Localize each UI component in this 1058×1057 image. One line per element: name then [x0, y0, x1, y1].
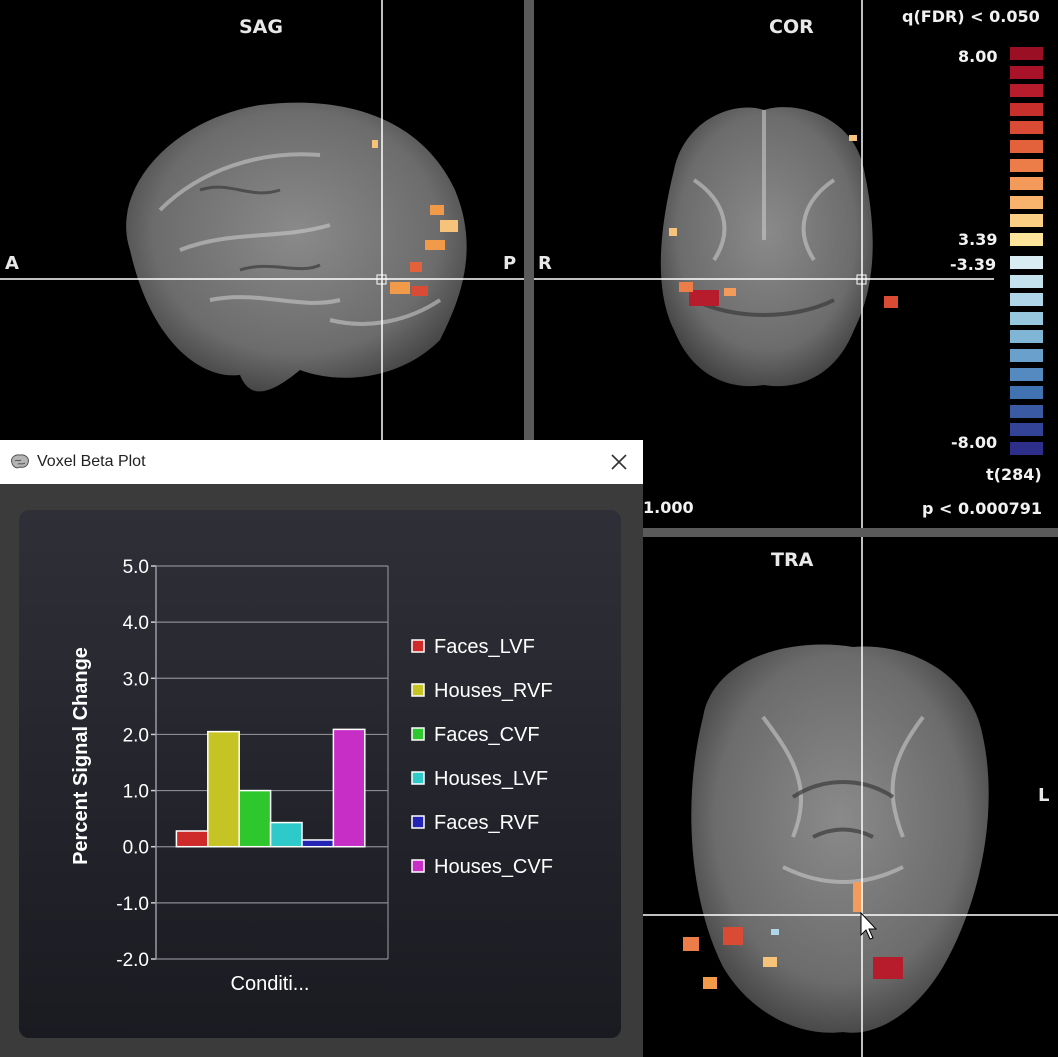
- beta-bar-chart: 5.0 4.0 3.0 2.0 1.0 0.0 -1.0 -2.0 Faces_LVF Hous…: [70, 557, 553, 995]
- window-title: Voxel Beta Plot: [37, 453, 146, 470]
- colorbar-swatch-pos: [1010, 177, 1043, 191]
- legend-swatch: [411, 771, 425, 785]
- chart-panel: 5.0 4.0 3.0 2.0 1.0 0.0 -1.0 -2.0 Faces_LVF Hous…: [19, 510, 621, 1038]
- chart-bars: [175, 728, 366, 848]
- colorbar-swatch-neg: [1010, 330, 1043, 344]
- colorbar-swatch-pos: [1010, 121, 1043, 135]
- legend-label: Houses_LVF: [434, 768, 548, 790]
- voxel-beta-plot-window[interactable]: Voxel Beta Plot 5.0 4.0 3.0 2.0 1.0 0.0 -1.0 -2…: [0, 440, 643, 1057]
- legend-label: Houses_RVF: [434, 680, 553, 702]
- y-tick-label: 1.0: [123, 782, 149, 803]
- colorbar-swatch-neg: [1010, 311, 1043, 325]
- legend-label: Faces_CVF: [434, 724, 540, 746]
- colorbar-swatch-pos: [1010, 140, 1043, 153]
- y-tick-label: 2.0: [123, 725, 149, 746]
- colorbar-swatch-neg: [1010, 423, 1043, 437]
- bar-faces-cvf[interactable]: [238, 789, 272, 848]
- x-axis-label: Conditi...: [231, 973, 310, 995]
- legend-swatch: [411, 727, 425, 741]
- colorbar-swatch-neg: [1010, 367, 1043, 381]
- vertical-divider[interactable]: [524, 0, 534, 440]
- colorbar-neg-threshold: -3.39: [950, 255, 997, 274]
- brain-icon: [11, 454, 29, 469]
- y-tick-label: -2.0: [116, 950, 149, 971]
- sag-orient-anterior: A: [5, 253, 19, 274]
- tra-label: TRA: [771, 549, 814, 571]
- y-tick-label: 3.0: [123, 669, 149, 690]
- legend-swatch: [411, 639, 425, 653]
- left-value-label: 1.000: [643, 498, 694, 517]
- colorbar-swatch-neg: [1010, 349, 1043, 362]
- cor-orient-right: R: [538, 253, 552, 274]
- y-tick-label: 4.0: [123, 613, 149, 634]
- sagittal-image: [0, 0, 524, 440]
- colorbar-min: -8.00: [951, 433, 998, 452]
- transverse-view[interactable]: TRA L: [643, 537, 1058, 1057]
- tra-orient-left: L: [1038, 785, 1050, 806]
- colorbar-swatch-pos: [1010, 102, 1043, 116]
- bar-faces-lvf[interactable]: [175, 830, 209, 848]
- legend-label: Faces_LVF: [434, 636, 535, 658]
- y-tick-labels: 5.0 4.0 3.0 2.0 1.0 0.0 -1.0 -2.0: [116, 557, 149, 971]
- sag-orient-posterior: P: [503, 253, 517, 274]
- colorbar-swatch-pos: [1010, 47, 1043, 60]
- stat-df-label: t(284): [986, 465, 1042, 484]
- bar-houses-rvf[interactable]: [207, 730, 240, 848]
- y-tick-label: -1.0: [116, 894, 149, 915]
- fdr-threshold-label: q(FDR) < 0.050: [902, 7, 1040, 26]
- colorbar-swatch-pos: [1010, 233, 1043, 246]
- sagittal-view[interactable]: SAG A P: [0, 0, 524, 440]
- colorbar-swatch-pos: [1010, 195, 1043, 209]
- close-icon[interactable]: [610, 453, 628, 471]
- colorbar-swatch-neg: [1010, 404, 1043, 418]
- legend-swatch: [411, 859, 425, 873]
- sag-label: SAG: [239, 16, 283, 38]
- bar-houses-cvf[interactable]: [332, 728, 366, 848]
- legend-label: Faces_RVF: [434, 812, 539, 834]
- colorbar-swatch-neg: [1010, 386, 1043, 400]
- legend-label: Houses_CVF: [434, 856, 553, 878]
- y-tick-label: 5.0: [123, 557, 149, 578]
- cor-label: COR: [769, 16, 814, 38]
- colorbar-max: 8.00: [958, 47, 998, 66]
- colorbar-swatch-pos: [1010, 158, 1043, 172]
- colorbar-swatch-pos: [1010, 65, 1043, 79]
- colorbar-swatch-neg: [1010, 274, 1043, 288]
- colorbar-swatch-pos: [1010, 214, 1043, 228]
- colorbar-swatch-neg: [1010, 293, 1043, 307]
- chart-legend: Faces_LVF Houses_RVF Faces_CVF Houses_LVF Fa…: [411, 636, 553, 878]
- bar-houses-lvf[interactable]: [269, 821, 303, 848]
- colorbar-pos-threshold: 3.39: [958, 230, 998, 249]
- horizontal-divider[interactable]: [643, 528, 1058, 537]
- legend-swatch: [411, 815, 425, 829]
- bar-faces-rvf[interactable]: [301, 839, 335, 848]
- transverse-image: [643, 537, 1058, 1057]
- colorbar-swatch-neg: [1010, 442, 1043, 455]
- legend-swatch: [411, 683, 425, 697]
- window-titlebar[interactable]: Voxel Beta Plot: [0, 440, 643, 484]
- y-axis-label: Percent Signal Change: [70, 647, 92, 865]
- y-tick-label: 0.0: [123, 838, 149, 859]
- colorbar-swatch-neg: [1010, 256, 1043, 269]
- colorbar-swatch-pos: [1010, 84, 1043, 98]
- p-value-label: p < 0.000791: [922, 499, 1043, 518]
